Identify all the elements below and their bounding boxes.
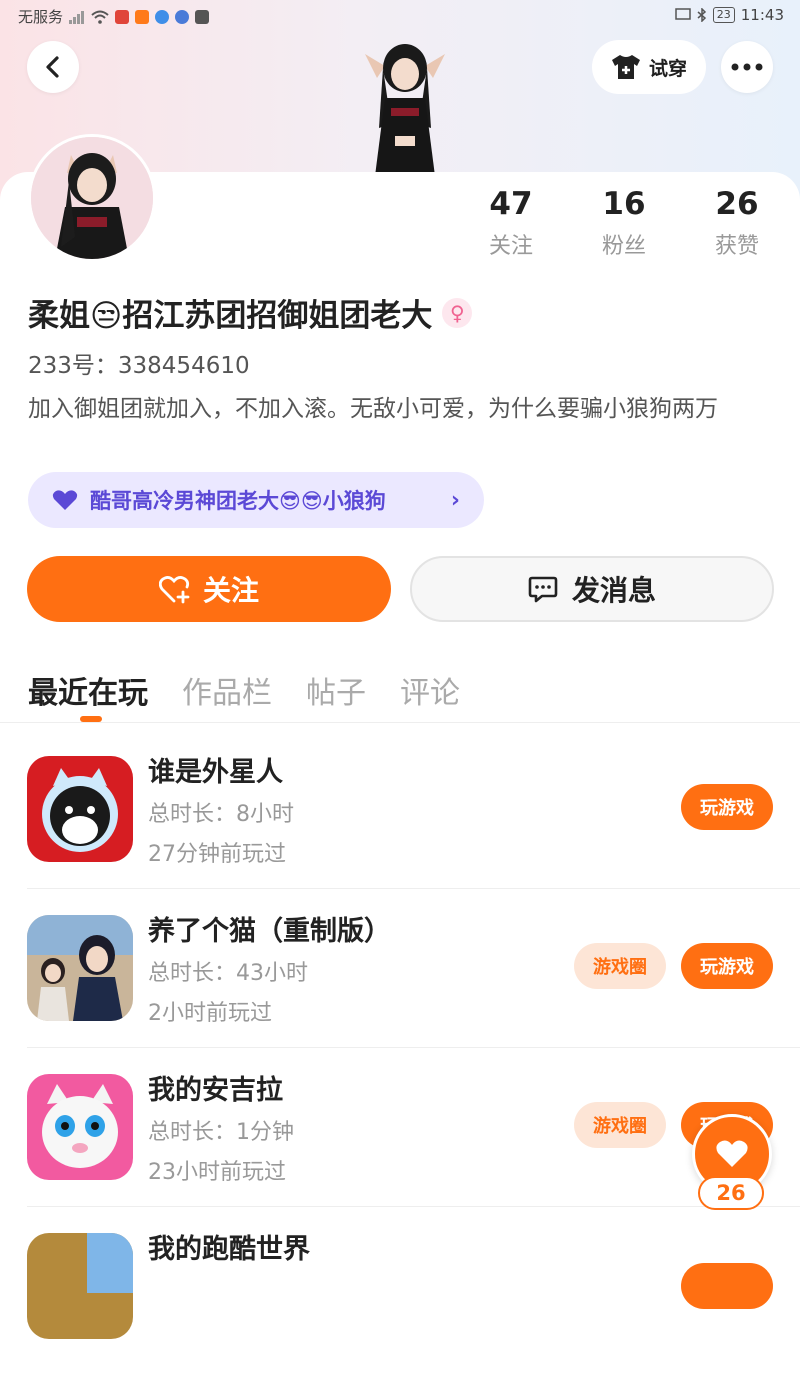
list-item[interactable]: 我的跑酷世界	[0, 1233, 800, 1391]
chevron-right-icon: ›	[450, 487, 460, 513]
stat-value: 26	[715, 186, 759, 222]
game-last-played: 2小时前玩过	[148, 1001, 272, 1026]
profile-tabs: 最近在玩 作品栏 帖子 评论	[28, 668, 460, 712]
group-label: 酷哥高冷男神团老大😎😎小狼狗	[90, 489, 386, 513]
divider	[0, 722, 800, 723]
carrier-label: 无服务	[18, 8, 64, 26]
follow-button[interactable]: 关注	[27, 556, 391, 622]
chevron-left-icon	[46, 56, 59, 78]
bluetooth-icon	[697, 8, 706, 22]
chat-bubble-icon	[528, 576, 558, 603]
list-item[interactable]: 我的安吉拉 总时长：1分钟 23小时前玩过 游戏圈 玩游戏	[0, 1074, 800, 1232]
list-item[interactable]: 养了个猫（重制版） 总时长：43小时 2小时前玩过 游戏圈 玩游戏	[0, 915, 800, 1073]
list-item[interactable]: 谁是外星人 总时长：8小时 27分钟前玩过 玩游戏	[0, 756, 800, 914]
stat-following[interactable]: 47 关注	[461, 186, 561, 260]
game-title: 我的安吉拉	[148, 1075, 283, 1106]
back-button[interactable]	[27, 41, 79, 93]
divider	[27, 888, 800, 889]
tshirt-icon	[611, 55, 640, 79]
game-title: 养了个猫（重制版）	[148, 916, 391, 947]
stat-label: 获赞	[714, 234, 759, 259]
stat-value: 47	[489, 186, 533, 222]
group-badge[interactable]: 酷哥高冷男神团老大😎😎小狼狗 ›	[28, 472, 484, 528]
play-game-button[interactable]	[681, 1263, 773, 1309]
game-circle-button[interactable]: 游戏圈	[574, 1102, 666, 1148]
game-duration: 总时长：1分钟	[148, 1120, 294, 1145]
game-duration: 总时长：43小时	[148, 961, 308, 986]
divider	[27, 1206, 800, 1207]
tab-comments[interactable]: 评论	[400, 668, 460, 712]
message-app-icon	[195, 9, 210, 24]
browser-app-icon	[155, 9, 170, 24]
avatar-figure-image	[365, 44, 445, 176]
play-game-button[interactable]: 玩游戏	[681, 784, 773, 830]
message-label: 发消息	[571, 574, 656, 607]
battery-indicator: 23	[712, 7, 735, 23]
heart-icon	[716, 1140, 748, 1167]
try-on-label: 试穿	[648, 57, 687, 80]
game-icon	[27, 1233, 133, 1339]
profile-bio: 加入御姐团就加入，不加入滚。无敌小可爱，为什么要骗小狼狗两万	[28, 396, 718, 422]
tab-posts[interactable]: 帖子	[306, 668, 366, 712]
stat-label: 粉丝	[601, 234, 646, 259]
more-icon	[731, 63, 763, 71]
game-last-played: 27分钟前玩过	[148, 842, 286, 867]
stat-followers[interactable]: 16 粉丝	[574, 186, 674, 260]
divider	[27, 1047, 800, 1048]
game-title: 谁是外星人	[148, 757, 283, 788]
stat-likes[interactable]: 26 获赞	[687, 186, 787, 260]
avatar[interactable]	[28, 134, 156, 262]
like-count: 26	[698, 1176, 764, 1210]
more-button[interactable]	[721, 41, 773, 93]
mic-app-icon	[115, 9, 130, 24]
play-game-button[interactable]: 玩游戏	[681, 943, 773, 989]
stat-value: 16	[602, 186, 646, 222]
game-icon	[27, 915, 133, 1021]
try-on-button[interactable]: 试穿	[592, 40, 706, 94]
game-circle-button[interactable]: 游戏圈	[574, 943, 666, 989]
profile-name: 柔姐😒招江苏团招御姐团老大 ♀	[28, 290, 473, 335]
wifi-icon	[91, 10, 109, 24]
gender-female-icon: ♀	[442, 297, 473, 328]
clock: 11:43	[740, 6, 784, 24]
game-duration: 总时长：8小时	[148, 802, 294, 827]
tab-works[interactable]: 作品栏	[182, 668, 272, 712]
cast-icon	[675, 8, 691, 20]
game-last-played: 23小时前玩过	[148, 1160, 286, 1185]
music-app-icon	[175, 9, 190, 24]
avatar-image	[31, 137, 153, 259]
heart-icon	[52, 490, 78, 510]
follow-label: 关注	[202, 574, 259, 607]
profile-name-text: 柔姐😒招江苏团招御姐团老大	[28, 298, 433, 334]
message-button[interactable]: 发消息	[410, 556, 774, 622]
game-icon	[27, 756, 133, 862]
video-app-icon	[135, 9, 150, 24]
heart-plus-icon	[158, 576, 190, 604]
game-title: 我的跑酷世界	[148, 1234, 310, 1265]
game-icon	[27, 1074, 133, 1180]
stat-label: 关注	[488, 234, 533, 259]
signal-icon	[69, 10, 85, 24]
tab-recently-played[interactable]: 最近在玩	[28, 668, 148, 712]
user-id: 233号：338454610	[28, 353, 250, 379]
